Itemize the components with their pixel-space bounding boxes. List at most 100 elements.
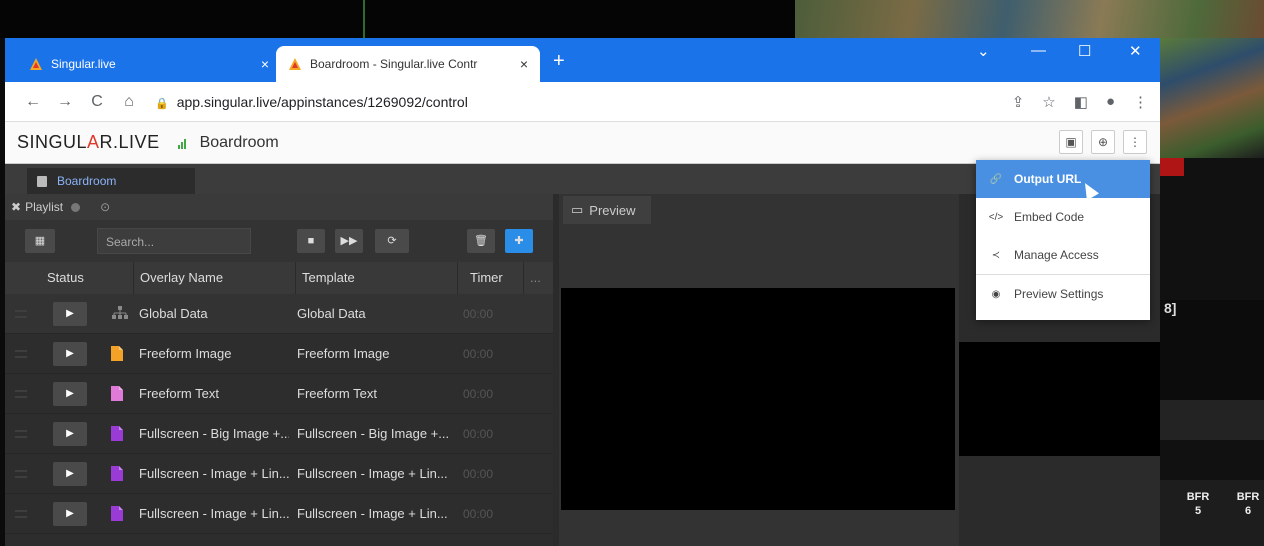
bfr-label-5: BFR 5 (1186, 491, 1210, 517)
more-menu-button[interactable]: ⋮ (1123, 130, 1147, 154)
browser-tab-singular[interactable]: Singular.live × (17, 46, 281, 82)
close-circle-icon[interactable]: ✖ (11, 200, 21, 214)
tab-preview[interactable]: ▭ Preview (563, 196, 651, 224)
game-window-top (795, 0, 1264, 38)
drag-handle-icon[interactable] (15, 390, 27, 398)
url-field[interactable]: 🔒 app.singular.live/appinstances/1269092/… (155, 94, 468, 110)
timer-value: 00:00 (463, 427, 494, 441)
game-number-text: 8] (1164, 300, 1177, 316)
menu-item-preview-settings[interactable]: ◉ Preview Settings (976, 275, 1150, 313)
playlist-toolbar: ▦ Search... ■ ▶▶ ⟳ 🗑 ✚ (5, 220, 553, 262)
table-row[interactable]: ▶ Freeform Image Freeform Image 00:00 (5, 334, 553, 374)
side-panel-icon[interactable]: ◧ (1074, 93, 1088, 111)
stop-icon[interactable]: ■ (297, 229, 325, 253)
profile-icon[interactable]: ● (1106, 93, 1115, 111)
menu-item-output-url[interactable]: 🔗 Output URL (976, 160, 1150, 198)
table-row[interactable]: ▶ Fullscreen - Image + Lin... Fullscreen -… (5, 494, 553, 534)
preview-screen (561, 288, 955, 510)
drag-handle-icon[interactable] (15, 310, 27, 318)
singular-logo[interactable]: SINGULAR.LIVE (17, 132, 160, 153)
table-row[interactable]: ▶ Freeform Text Freeform Text 00:00 (5, 374, 553, 414)
col-timer[interactable]: Timer (457, 262, 523, 294)
col-status[interactable]: Status (41, 262, 103, 294)
file-icon (111, 386, 123, 401)
bfr-label-6: BFR 6 (1236, 491, 1260, 517)
col-template[interactable]: Template (295, 262, 457, 294)
browser-actions: ⇪ ☆ ◧ ● ⋮ (1012, 93, 1148, 111)
play-button[interactable]: ▶ (53, 302, 87, 326)
forward-button[interactable]: → (49, 93, 81, 111)
preview-tab-label: Preview (589, 202, 636, 218)
globe-icon[interactable]: ⊕ (1091, 130, 1115, 154)
browser-tab-boardroom[interactable]: Boardroom - Singular.live Contr × (276, 46, 540, 82)
playlist-panel-tabs: ✖ Playlist ⊙ (5, 194, 553, 220)
game-red-badge (1160, 158, 1184, 176)
drag-handle-icon[interactable] (15, 470, 27, 478)
output-screen (959, 342, 1160, 456)
tab-search-icon[interactable]: ⌄ (977, 42, 990, 60)
close-tab-icon[interactable]: × (261, 56, 269, 72)
grid-view-icon[interactable]: ▦ (25, 229, 55, 253)
template-name: Fullscreen - Image + Lin... (297, 506, 448, 521)
eye-icon: ◉ (991, 288, 1001, 300)
menu-item-manage-access[interactable]: ≺ Manage Access (976, 236, 1150, 274)
template-name: Fullscreen - Image + Lin... (297, 466, 448, 481)
drag-handle-icon[interactable] (15, 510, 27, 518)
table-header: Status Overlay Name Template Timer ... (5, 262, 553, 294)
drag-handle-icon[interactable] (15, 350, 27, 358)
loop-icon[interactable]: ⟳ (375, 229, 409, 253)
lock-icon: 🔒 (155, 97, 169, 110)
template-name: Freeform Text (297, 386, 377, 401)
overlay-name: Freeform Image (139, 346, 232, 361)
fast-forward-icon[interactable]: ▶▶ (335, 229, 363, 253)
drag-handle-icon[interactable] (15, 430, 27, 438)
singular-logo-icon (289, 58, 301, 70)
play-button[interactable]: ▶ (53, 502, 87, 526)
bookmark-star-icon[interactable]: ☆ (1042, 93, 1055, 111)
delete-icon[interactable]: 🗑 (467, 229, 495, 253)
play-button[interactable]: ▶ (53, 382, 87, 406)
tab-title: Singular.live (51, 57, 116, 71)
copy-icon[interactable]: ▣ (1059, 130, 1083, 154)
close-tab-icon[interactable]: × (520, 56, 528, 72)
new-tab-button[interactable]: + (553, 50, 565, 73)
close-window-button[interactable]: ✕ (1129, 42, 1142, 60)
more-menu-dropdown: 🔗 Output URL </> Embed Code ≺ Manage Acc… (976, 160, 1150, 320)
network-icon (111, 306, 128, 321)
home-button[interactable]: ⌂ (113, 93, 145, 111)
window-icon: ▭ (571, 202, 584, 217)
table-row[interactable]: ▶ Fullscreen - Image + Lin... Fullscreen -… (5, 454, 553, 494)
col-more[interactable]: ... (523, 262, 553, 294)
minimize-button[interactable]: — (1031, 42, 1046, 59)
file-icon (111, 466, 123, 481)
timer-value: 00:00 (463, 307, 494, 321)
play-button[interactable]: ▶ (53, 422, 87, 446)
reload-button[interactable]: C (81, 93, 113, 111)
workspace-tab-label: Boardroom (57, 174, 117, 188)
code-icon: </> (988, 211, 1004, 223)
play-button[interactable]: ▶ (53, 342, 87, 366)
status-dot-icon (71, 202, 81, 212)
tab-playlist[interactable]: Playlist (25, 200, 63, 214)
table-row[interactable]: ▶ Fullscreen - Big Image +... Fullscreen -… (5, 414, 553, 454)
add-tab-icon[interactable]: ⊙ (100, 200, 110, 214)
menu-item-embed-code[interactable]: </> Embed Code (976, 198, 1150, 236)
menu-item-label: Embed Code (1014, 210, 1085, 224)
share-icon[interactable]: ⇪ (1012, 93, 1025, 111)
share-icon: ≺ (991, 249, 1001, 261)
file-icon (111, 506, 123, 521)
col-overlay-name[interactable]: Overlay Name (133, 262, 295, 294)
app-title: Boardroom (199, 133, 279, 151)
back-button[interactable]: ← (17, 93, 49, 111)
search-input[interactable]: Search... (97, 228, 251, 254)
browser-tabstrip: Singular.live × Boardroom - Singular.liv… (5, 38, 1160, 82)
add-overlay-button[interactable]: ✚ (505, 229, 533, 253)
maximize-button[interactable]: ☐ (1078, 42, 1091, 60)
browser-menu-icon[interactable]: ⋮ (1133, 93, 1148, 111)
overlay-name: Fullscreen - Big Image +... (139, 426, 289, 441)
address-bar: ← → C ⌂ 🔒 app.singular.live/appinstances/… (5, 82, 1160, 122)
workspace-tab-boardroom[interactable]: Boardroom (27, 168, 195, 194)
table-row[interactable]: ▶ Global Data Global Data 00:00 (5, 294, 553, 334)
play-button[interactable]: ▶ (53, 462, 87, 486)
tab-title: Boardroom - Singular.live Contr (310, 57, 478, 71)
